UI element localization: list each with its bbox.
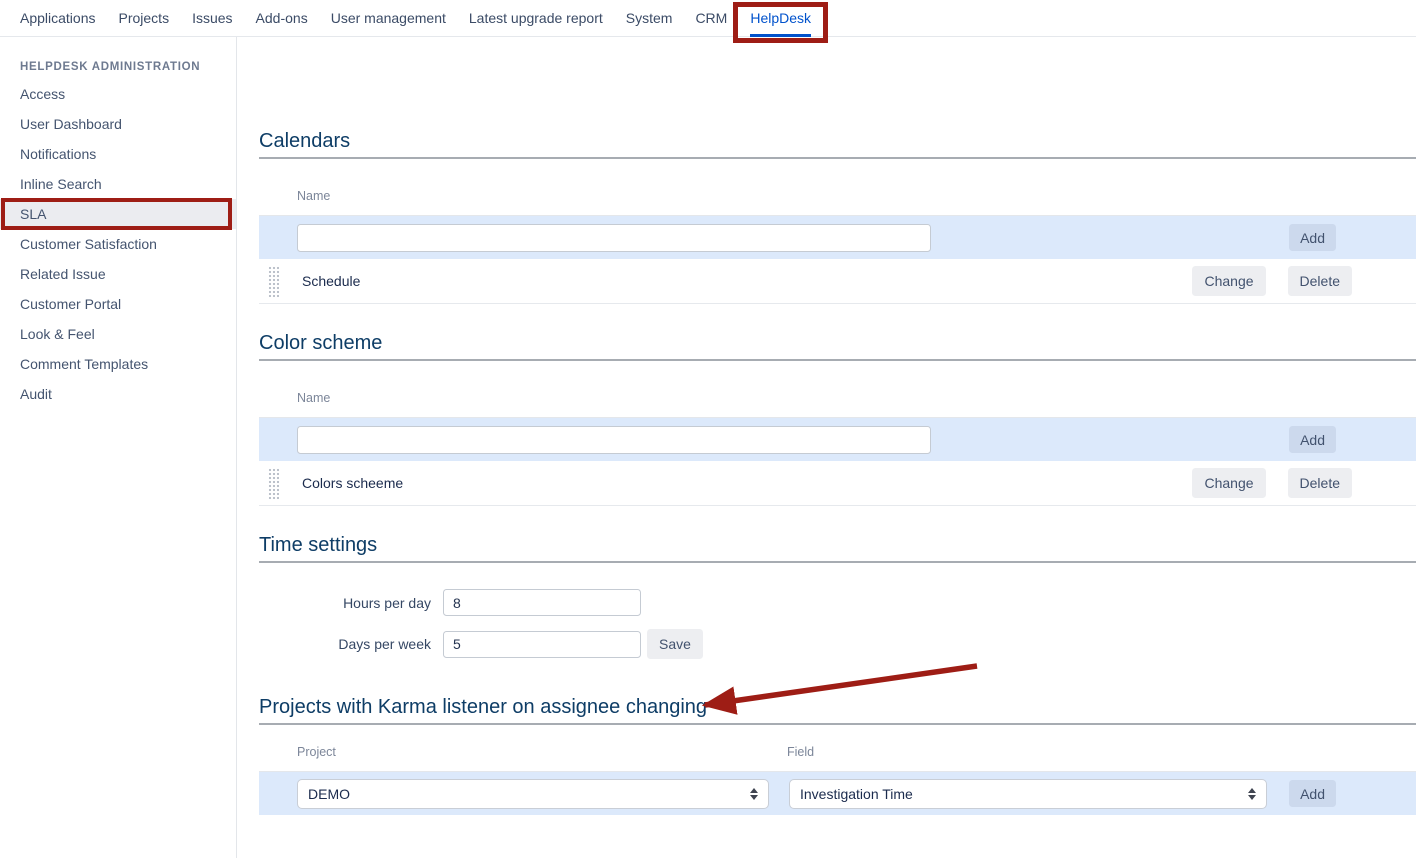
- time-settings-section: Time settings Hours per day Days per wee…: [259, 533, 1416, 659]
- sidebar-item-inline-search[interactable]: Inline Search: [0, 169, 236, 199]
- days-per-week-label: Days per week: [259, 636, 431, 652]
- sidebar-item-related-issue[interactable]: Related Issue: [0, 259, 236, 289]
- field-select[interactable]: Investigation Time: [789, 779, 1267, 809]
- nav-item-system[interactable]: System: [626, 0, 673, 36]
- project-column-header: Project: [297, 745, 787, 759]
- project-select-value: DEMO: [308, 786, 350, 802]
- drag-handle-icon[interactable]: [268, 468, 279, 499]
- nav-item-projects[interactable]: Projects: [119, 0, 170, 36]
- karma-listener-title: Projects with Karma listener on assignee…: [259, 695, 1416, 719]
- color-scheme-name-header: Name: [259, 361, 1416, 417]
- color-scheme-delete-button[interactable]: Delete: [1288, 468, 1352, 498]
- karma-listener-section: Projects with Karma listener on assignee…: [259, 695, 1416, 815]
- nav-item-helpdesk-label: HelpDesk: [750, 10, 811, 26]
- karma-add-button[interactable]: Add: [1289, 780, 1336, 807]
- sidebar-item-look-and-feel[interactable]: Look & Feel: [0, 319, 236, 349]
- karma-add-row: DEMO Investigation Time Add: [259, 771, 1416, 815]
- calendars-add-row: Add: [259, 215, 1416, 259]
- sidebar-header: HELPDESK ADMINISTRATION: [20, 61, 236, 73]
- calendar-delete-button[interactable]: Delete: [1288, 266, 1352, 296]
- time-settings-title: Time settings: [259, 533, 1416, 557]
- color-scheme-title: Color scheme: [259, 331, 1416, 355]
- calendar-row-name: Schedule: [302, 273, 360, 289]
- calendars-name-header: Name: [259, 159, 1416, 215]
- field-select-value: Investigation Time: [800, 786, 913, 802]
- karma-table-header: Project Field: [259, 725, 1416, 771]
- select-spinner-icon: [1248, 788, 1256, 800]
- color-scheme-row: Colors scheeme Change Delete: [259, 461, 1416, 506]
- sidebar-item-audit[interactable]: Audit: [0, 379, 236, 409]
- top-navigation: Applications Projects Issues Add-ons Use…: [0, 0, 1416, 37]
- color-scheme-name-input[interactable]: [297, 426, 931, 454]
- days-per-week-row: Days per week Save: [259, 629, 1416, 659]
- nav-item-crm[interactable]: CRM: [695, 0, 727, 36]
- calendar-add-button[interactable]: Add: [1289, 224, 1336, 251]
- calendars-title: Calendars: [259, 129, 1416, 153]
- sidebar-item-access[interactable]: Access: [0, 79, 236, 109]
- sidebar-item-notifications[interactable]: Notifications: [0, 139, 236, 169]
- sidebar-item-sla-label: SLA: [20, 206, 46, 222]
- color-scheme-section: Color scheme Name Add Colors scheeme Cha…: [259, 331, 1416, 506]
- color-scheme-change-button[interactable]: Change: [1192, 468, 1265, 498]
- calendar-change-button[interactable]: Change: [1192, 266, 1265, 296]
- sidebar-item-user-dashboard[interactable]: User Dashboard: [0, 109, 236, 139]
- sidebar-item-sla[interactable]: SLA: [0, 199, 236, 229]
- color-scheme-add-row: Add: [259, 417, 1416, 461]
- color-scheme-add-button[interactable]: Add: [1289, 426, 1336, 453]
- nav-item-helpdesk[interactable]: HelpDesk: [750, 0, 811, 36]
- color-scheme-row-name: Colors scheeme: [302, 475, 403, 491]
- hours-per-day-row: Hours per day: [259, 589, 1416, 616]
- select-spinner-icon: [750, 788, 758, 800]
- nav-item-applications[interactable]: Applications: [20, 0, 96, 36]
- time-settings-form: Hours per day Days per week Save: [259, 563, 1416, 659]
- field-column-header: Field: [787, 745, 814, 759]
- nav-item-issues[interactable]: Issues: [192, 0, 232, 36]
- calendar-row-schedule: Schedule Change Delete: [259, 259, 1416, 304]
- sidebar-item-customer-satisfaction[interactable]: Customer Satisfaction: [0, 229, 236, 259]
- sidebar: HELPDESK ADMINISTRATION Access User Dash…: [0, 37, 237, 858]
- hours-per-day-label: Hours per day: [259, 595, 431, 611]
- sidebar-item-customer-portal[interactable]: Customer Portal: [0, 289, 236, 319]
- calendars-section: Calendars Name Add Schedule Change Delet…: [259, 129, 1416, 304]
- project-select[interactable]: DEMO: [297, 779, 769, 809]
- nav-item-addons[interactable]: Add-ons: [256, 0, 308, 36]
- drag-handle-icon[interactable]: [268, 266, 279, 297]
- main-content: Calendars Name Add Schedule Change Delet…: [237, 37, 1416, 858]
- days-per-week-input[interactable]: [443, 631, 641, 658]
- calendar-name-input[interactable]: [297, 224, 931, 252]
- nav-item-user-management[interactable]: User management: [331, 0, 446, 36]
- sidebar-item-comment-templates[interactable]: Comment Templates: [0, 349, 236, 379]
- hours-per-day-input[interactable]: [443, 589, 641, 616]
- save-button[interactable]: Save: [647, 629, 703, 659]
- nav-item-latest-upgrade-report[interactable]: Latest upgrade report: [469, 0, 603, 36]
